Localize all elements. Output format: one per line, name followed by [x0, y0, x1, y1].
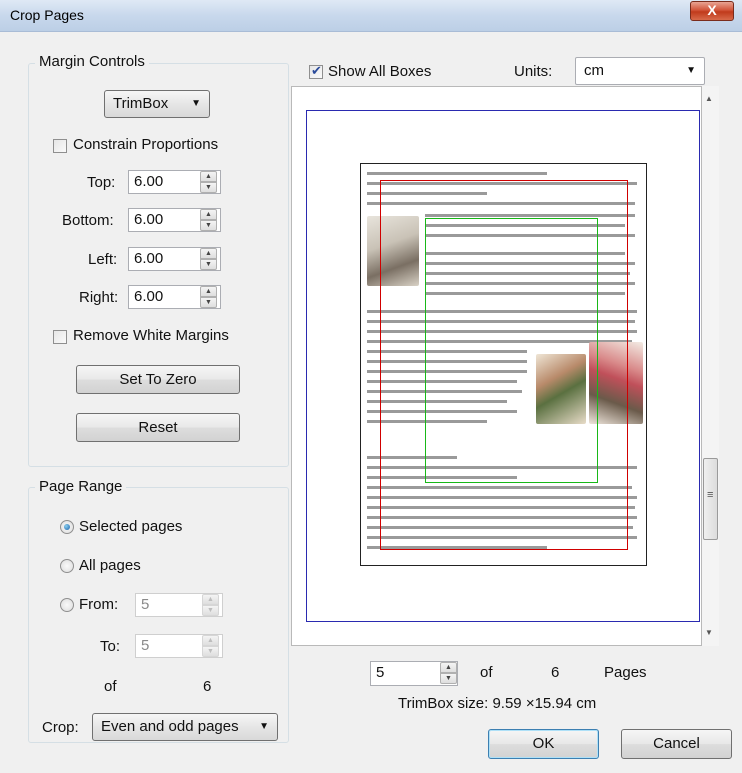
all-pages-radio[interactable] — [60, 559, 74, 573]
preview-scrollbar[interactable]: ▲ ≡ ▼ — [702, 86, 719, 646]
left-label: Left: — [88, 251, 118, 268]
spin-up-icon[interactable]: ▲ — [200, 171, 217, 182]
right-label: Right: — [79, 289, 119, 306]
to-label: To: — [100, 638, 121, 655]
selected-pages-label: Selected pages — [79, 518, 183, 535]
page-number-stepper[interactable]: ▲ ▼ — [440, 662, 457, 684]
scroll-up-icon[interactable]: ▲ — [705, 94, 713, 103]
spin-up-icon[interactable]: ▲ — [200, 248, 217, 259]
spin-down-icon[interactable]: ▼ — [200, 259, 217, 270]
cancel-button[interactable]: Cancel — [621, 729, 732, 759]
reset-button[interactable]: Reset — [76, 413, 240, 442]
crop-pages-value: Even and odd pages — [101, 718, 239, 735]
remove-white-margins-label: Remove White Margins — [73, 327, 229, 344]
title-bar: Crop Pages X — [0, 0, 742, 32]
spin-down-icon[interactable]: ▼ — [200, 182, 217, 193]
box-type-select[interactable]: TrimBox ▼ — [104, 90, 210, 118]
right-margin-stepper[interactable]: ▲ ▼ — [200, 286, 217, 308]
box-type-value: TrimBox — [113, 95, 169, 112]
trimbox-size-text: TrimBox size: 9.59 ×15.94 cm — [398, 695, 597, 712]
from-radio[interactable] — [60, 598, 74, 612]
bottom-label: Bottom: — [62, 212, 114, 229]
grip-icon: ≡ — [707, 489, 714, 501]
window-title: Crop Pages — [10, 7, 84, 23]
close-icon: X — [707, 2, 717, 18]
remove-white-margins-checkbox[interactable] — [53, 330, 67, 344]
top-margin-stepper[interactable]: ▲ ▼ — [200, 171, 217, 193]
ok-button[interactable]: OK — [488, 729, 599, 759]
constrain-proportions-label: Constrain Proportions — [73, 136, 219, 153]
of-total: 6 — [203, 678, 212, 695]
selected-pages-radio[interactable] — [60, 520, 74, 534]
art-box-outline — [425, 218, 598, 483]
spin-down-icon[interactable]: ▼ — [200, 220, 217, 231]
chevron-down-icon: ▼ — [191, 98, 201, 109]
spin-down-icon[interactable]: ▼ — [440, 673, 457, 684]
units-select[interactable]: cm ▼ — [575, 57, 705, 85]
margin-controls-legend: Margin Controls — [35, 53, 149, 70]
spin-up-icon[interactable]: ▲ — [200, 209, 217, 220]
spin-up-icon[interactable]: ▲ — [440, 662, 457, 673]
bottom-margin-stepper[interactable]: ▲ ▼ — [200, 209, 217, 231]
scroll-thumb[interactable]: ≡ — [703, 458, 718, 540]
show-all-boxes-checkbox[interactable] — [309, 63, 323, 79]
units-value: cm — [584, 62, 604, 79]
crop-pages-select[interactable]: Even and odd pages ▼ — [92, 713, 278, 741]
spin-up-icon[interactable]: ▲ — [200, 286, 217, 297]
chevron-down-icon: ▼ — [259, 721, 269, 732]
show-all-boxes-label: Show All Boxes — [328, 63, 432, 80]
units-label: Units: — [514, 63, 553, 80]
left-margin-stepper[interactable]: ▲ ▼ — [200, 248, 217, 270]
top-label: Top: — [87, 174, 116, 191]
page-of-label: of — [480, 664, 493, 681]
page-total: 6 — [551, 664, 560, 681]
spin-up-icon[interactable]: ▲ — [202, 635, 219, 646]
constrain-proportions-checkbox[interactable] — [53, 139, 67, 153]
close-button[interactable]: X — [690, 1, 734, 21]
spin-up-icon[interactable]: ▲ — [202, 594, 219, 605]
to-page-stepper[interactable]: ▲ ▼ — [202, 635, 219, 657]
crop-label: Crop: — [42, 719, 79, 736]
chevron-down-icon: ▼ — [686, 65, 696, 76]
from-page-stepper[interactable]: ▲ ▼ — [202, 594, 219, 616]
from-label: From: — [79, 596, 119, 613]
page-range-legend: Page Range — [35, 478, 127, 495]
all-pages-label: All pages — [79, 557, 141, 574]
pages-label: Pages — [604, 664, 647, 681]
spin-down-icon[interactable]: ▼ — [202, 646, 219, 657]
text-line — [367, 172, 547, 175]
set-to-zero-button[interactable]: Set To Zero — [76, 365, 240, 394]
of-label: of — [104, 678, 117, 695]
spin-down-icon[interactable]: ▼ — [200, 297, 217, 308]
spin-down-icon[interactable]: ▼ — [202, 605, 219, 616]
scroll-down-icon[interactable]: ▼ — [705, 628, 713, 637]
